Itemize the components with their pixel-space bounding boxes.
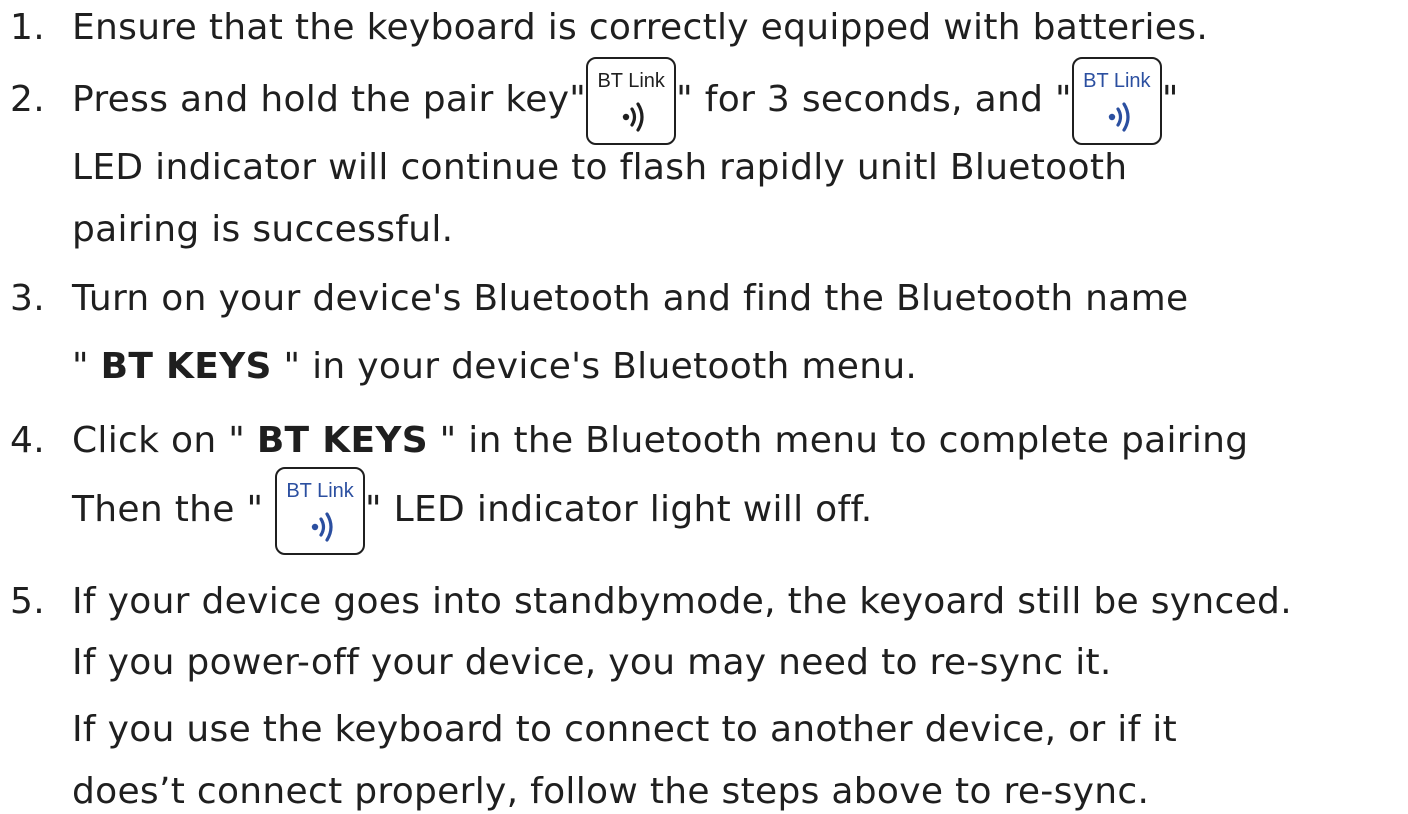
step-2-line-1: Press and hold the pair key" BT Link " for… (72, 57, 1179, 145)
step-1-text: Ensure that the keyboard is correctly eq… (72, 7, 1209, 48)
step-4-text-before: Click on " (72, 420, 257, 461)
bluetooth-signal-icon (1108, 102, 1130, 132)
step-5-line-1: If your device goes into standbymode, th… (72, 581, 1292, 622)
step-2-text-after: " (1161, 79, 1179, 120)
step-3-text-after: " in your device's Bluetooth menu. (271, 346, 918, 387)
step-5-line-3: If you use the keyboard to connect to an… (72, 709, 1178, 750)
step-5-line-2: If you power-off your device, you may ne… (72, 642, 1112, 683)
bluetooth-device-name: BT KEYS (100, 346, 272, 387)
step-4-line-2-after: " LED indicator light will off. (365, 489, 873, 530)
step-4-text-after: " in the Bluetooth menu to complete pair… (427, 420, 1249, 461)
bt-link-key-label: BT Link (286, 480, 354, 502)
step-3-line-1: Turn on your device's Bluetooth and find… (72, 278, 1189, 319)
step-number-2: 2. (10, 79, 45, 120)
bt-link-key-icon: BT Link (275, 467, 366, 555)
step-4-line-2: Then the " BT Link " LED indicator light … (72, 467, 873, 555)
bluetooth-signal-icon (311, 512, 333, 542)
step-3-text-before: " (72, 346, 101, 387)
step-4-line-2-before: Then the " (72, 489, 276, 530)
step-number-3: 3. (10, 278, 45, 319)
step-2-text-middle: " for 3 seconds, and " (676, 79, 1072, 120)
bt-link-key-icon: BT Link (1071, 57, 1162, 145)
step-number-4: 4. (10, 420, 45, 461)
step-2-line-3: pairing is successful. (72, 209, 454, 250)
step-2-text-before: Press and hold the pair key" (72, 79, 587, 120)
step-number-1: 1. (10, 7, 45, 48)
step-2-line-2: LED indicator will continue to flash rap… (72, 147, 1128, 188)
step-number-5: 5. (10, 581, 45, 622)
bluetooth-signal-icon (622, 102, 644, 132)
step-5-line-4: does’t connect properly, follow the step… (72, 771, 1150, 812)
bt-link-key-label: BT Link (597, 70, 665, 92)
step-4-line-1: Click on " BT KEYS " in the Bluetooth me… (72, 421, 1248, 461)
bluetooth-device-name: BT KEYS (256, 420, 428, 461)
bt-link-key-icon: BT Link (586, 57, 677, 145)
bt-link-key-label: BT Link (1083, 70, 1151, 92)
step-3-line-2: " BT KEYS " in your device's Bluetooth m… (72, 347, 917, 387)
